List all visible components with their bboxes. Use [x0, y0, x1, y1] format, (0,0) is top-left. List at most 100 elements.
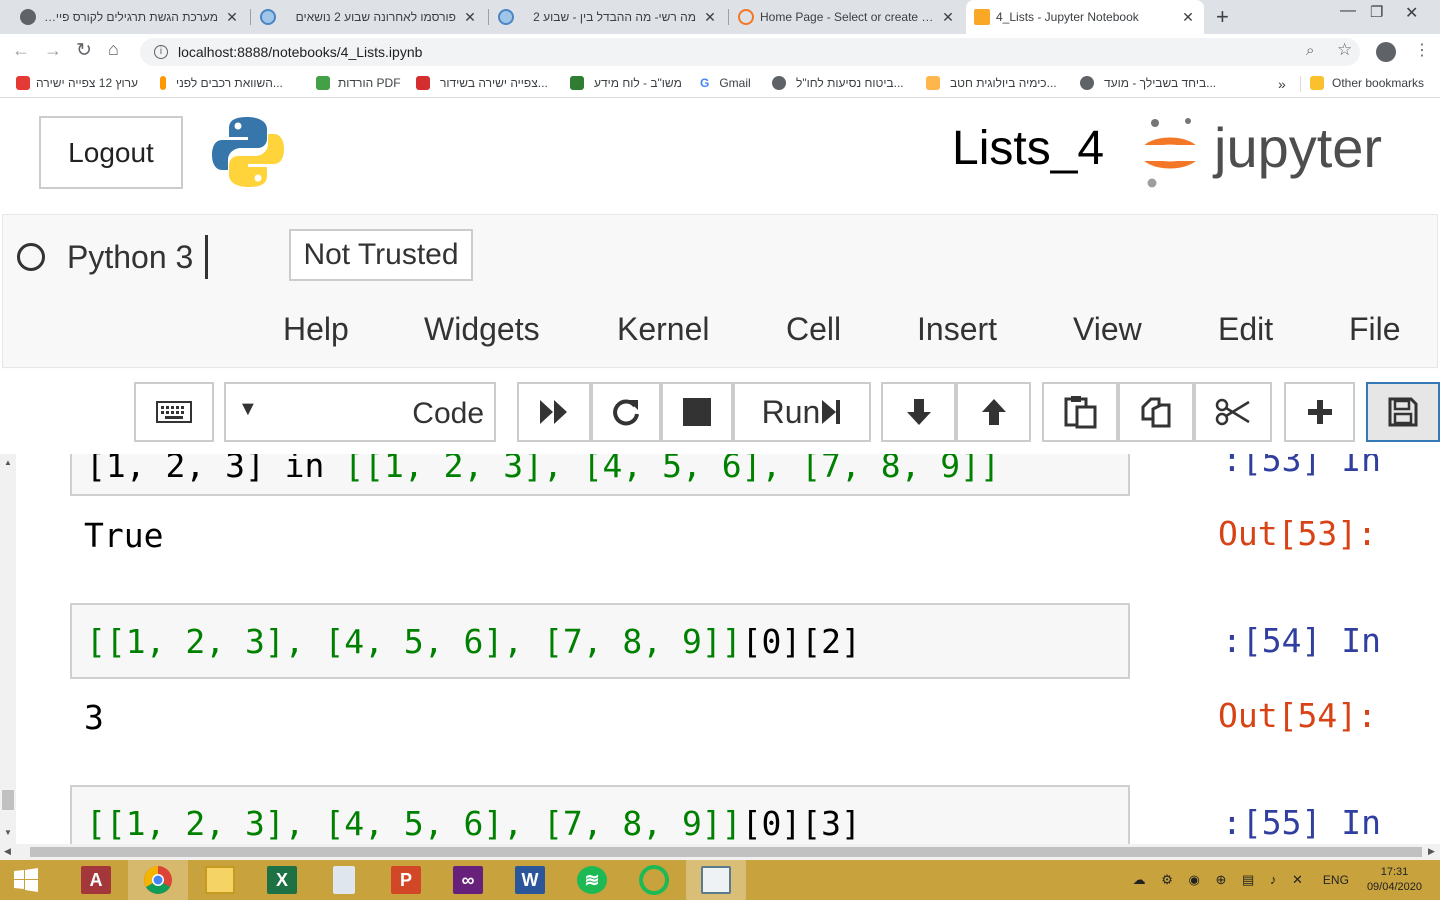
- tray-icons[interactable]: ☁ ⚙ ◉ ⊕ ▤ ♪ ✕: [1133, 872, 1309, 888]
- interrupt-kernel-button[interactable]: [661, 382, 733, 442]
- clock[interactable]: 17:31 09/04/2020: [1367, 865, 1422, 895]
- run-all-button[interactable]: [517, 382, 591, 442]
- url-bar[interactable]: i localhost:8888/notebooks/4_Lists.ipynb: [140, 38, 1360, 66]
- browser-tab-active[interactable]: 4_Lists - Jupyter Notebook ✕: [966, 0, 1204, 34]
- powerpoint-app-icon[interactable]: P: [376, 860, 436, 900]
- bookmarks-bar: ערוץ 12 צפייה ישירה השוואת רכבים לפני...…: [0, 70, 1440, 98]
- browser-tab[interactable]: Home Page - Select or create a notebook …: [730, 0, 964, 34]
- not-trusted-button[interactable]: Not Trusted: [289, 229, 473, 281]
- keyboard-shortcuts-button[interactable]: [134, 382, 214, 442]
- browser-tab[interactable]: פורסמו לאחרונה שבוע 2 נושאים ✕: [252, 0, 486, 34]
- cell-type-value: Code: [412, 397, 484, 430]
- word-app-icon[interactable]: W: [500, 860, 560, 900]
- close-tab-icon[interactable]: ✕: [462, 9, 478, 26]
- menu-widgets[interactable]: Widgets: [424, 311, 540, 348]
- restart-kernel-button[interactable]: [591, 382, 661, 442]
- save-button[interactable]: [1366, 382, 1440, 442]
- forward-icon[interactable]: →: [44, 40, 62, 61]
- horizontal-scrollbar[interactable]: ◀ ▶: [0, 844, 1440, 860]
- home-icon[interactable]: ⌂: [108, 39, 119, 60]
- browser-tab[interactable]: מה רשי- מה ההבדל בין - שבוע 2 ✕: [490, 0, 726, 34]
- reload-icon[interactable]: ↻: [76, 39, 92, 62]
- back-icon[interactable]: ←: [12, 40, 30, 61]
- bookmark-item[interactable]: משו"ב - לוח מידע: [570, 76, 682, 90]
- bookmark-item[interactable]: השוואת רכבים לפני...: [160, 76, 283, 90]
- close-window-button[interactable]: ✕: [1405, 3, 1418, 23]
- menu-insert[interactable]: Insert: [917, 311, 997, 348]
- arrow-up-icon: [981, 399, 1006, 425]
- minimize-button[interactable]: —: [1340, 2, 1356, 20]
- maximize-button[interactable]: ❐: [1370, 3, 1383, 21]
- scissors-icon: [1215, 398, 1250, 426]
- close-tab-icon[interactable]: ✕: [224, 9, 240, 26]
- code-cell-input[interactable]: [[1, 2, 3], [4, 5, 6], [7, 8, 9]] [0][2]: [70, 603, 1130, 679]
- vertical-scrollbar[interactable]: ▲ ▼: [0, 454, 16, 844]
- channel-12-icon: [16, 76, 30, 90]
- cell-output: True: [84, 516, 164, 555]
- move-cell-up-button[interactable]: [956, 382, 1031, 442]
- menu-cell[interactable]: Cell: [786, 311, 841, 348]
- profile-icon[interactable]: [1376, 42, 1396, 62]
- bookmark-item[interactable]: ביטוח נסיעות לחו"ל...: [772, 76, 904, 90]
- jupyter-logo[interactable]: jupyter: [1140, 111, 1410, 196]
- new-tab-button[interactable]: +: [1216, 4, 1229, 30]
- start-button[interactable]: [0, 860, 52, 900]
- insert-cell-below-button[interactable]: [1284, 382, 1355, 442]
- kernel-name: Python 3: [67, 238, 194, 275]
- menu-help[interactable]: Help: [283, 311, 349, 348]
- menu-edit[interactable]: Edit: [1218, 311, 1273, 348]
- bookmark-item[interactable]: צפייה ישירה בשידור...: [416, 76, 548, 90]
- chrome-app-icon[interactable]: [128, 860, 188, 900]
- menu-kernel[interactable]: Kernel: [617, 311, 710, 348]
- language-indicator[interactable]: ENG: [1323, 873, 1349, 887]
- menu-file[interactable]: File: [1349, 311, 1401, 348]
- other-bookmarks[interactable]: Other bookmarks: [1310, 76, 1424, 90]
- close-tab-icon[interactable]: ✕: [1180, 9, 1196, 26]
- bookmark-item[interactable]: הורדות PDF: [316, 76, 401, 90]
- paste-cell-button[interactable]: [1042, 382, 1118, 442]
- file-explorer-icon[interactable]: [190, 860, 250, 900]
- bookmark-item[interactable]: G Gmail: [700, 76, 751, 90]
- clock-date: 09/04/2020: [1366, 881, 1422, 893]
- cell-type-select[interactable]: ▼ Code: [224, 382, 496, 442]
- menu-view[interactable]: View: [1073, 311, 1142, 348]
- close-tab-icon[interactable]: ✕: [702, 9, 718, 26]
- taskbar: A X P ∞ W ≋ ☁ ⚙ ◉ ⊕ ▤ ♪ ✕ ENG 17:31 09/0…: [0, 860, 1440, 900]
- cell-output: 3: [84, 698, 104, 737]
- system-tray: ☁ ⚙ ◉ ⊕ ▤ ♪ ✕ ENG 17:31 09/04/2020: [1133, 860, 1422, 900]
- calculator-app-icon[interactable]: [314, 860, 374, 900]
- zoom-icon[interactable]: ⌕: [1306, 42, 1314, 59]
- spotify-app-icon[interactable]: ≋: [562, 860, 622, 900]
- visual-studio-icon[interactable]: ∞: [438, 860, 498, 900]
- bookmark-item[interactable]: כימיה ביולוגית חטב...: [926, 76, 1057, 90]
- move-cell-down-button[interactable]: [881, 382, 956, 442]
- browser-tab[interactable]: מערכת הגשת תרגילים לקורס פייתון ✕: [12, 0, 248, 34]
- more-menu-icon[interactable]: ⋮: [1414, 40, 1430, 60]
- logout-button[interactable]: Logout: [39, 116, 183, 189]
- bookmark-item[interactable]: ערוץ 12 צפייה ישירה: [16, 76, 138, 90]
- restart-icon: [613, 399, 639, 426]
- code-cell-input[interactable]: [[1, 2, 3], [4, 5, 6], [7, 8, 9]] [0][3]: [70, 785, 1130, 844]
- window-app-icon[interactable]: [686, 860, 746, 900]
- kernel-indicator: Python 3: [17, 235, 209, 279]
- stop-icon: [683, 398, 711, 426]
- access-app-icon[interactable]: A: [66, 860, 126, 900]
- bookmark-item[interactable]: ביחד בשבילך - מועד...: [1080, 76, 1216, 90]
- globe-icon: [1080, 76, 1094, 90]
- excel-app-icon[interactable]: X: [252, 860, 312, 900]
- plus-icon: [1307, 400, 1332, 424]
- run-cell-button[interactable]: Run: [733, 382, 871, 442]
- code-cell-input[interactable]: [1, 2, 3] in [[1, 2, 3], [4, 5, 6], [7, …: [70, 454, 1130, 496]
- notebook-toolbar: ▼ Code Run: [0, 370, 1440, 454]
- output-prompt: Out[54]:: [1218, 696, 1377, 735]
- cut-cell-button[interactable]: [1194, 382, 1272, 442]
- bookmarks-more-button[interactable]: »: [1278, 76, 1286, 92]
- chemistry-icon: [926, 76, 940, 90]
- copy-cell-button[interactable]: [1118, 382, 1194, 442]
- star-icon[interactable]: ☆: [1337, 40, 1352, 60]
- fast-forward-icon: [540, 400, 567, 424]
- paste-icon: [1064, 396, 1097, 429]
- app-ring-icon[interactable]: [624, 860, 684, 900]
- notebook-title[interactable]: Lists_4: [952, 121, 1104, 176]
- close-tab-icon[interactable]: ✕: [940, 9, 956, 26]
